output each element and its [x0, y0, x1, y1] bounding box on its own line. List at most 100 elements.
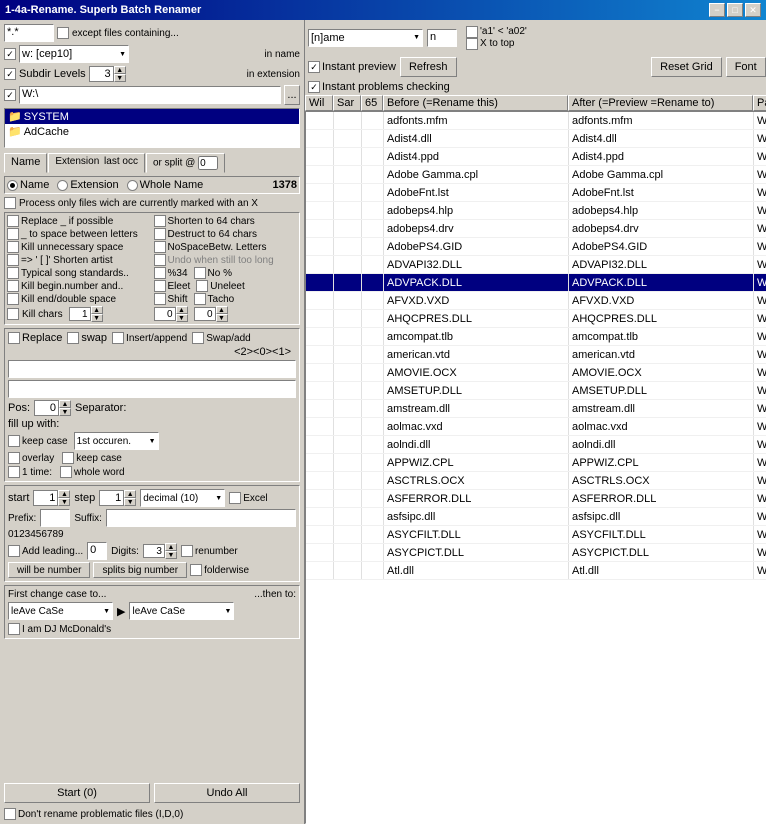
swap-cb[interactable] [67, 332, 79, 344]
typical-song-cb[interactable] [7, 267, 19, 279]
replace-underscore-cb[interactable] [7, 215, 19, 227]
except-checkbox[interactable] [57, 27, 69, 39]
spinner2[interactable]: ▲ ▼ [194, 306, 228, 322]
reset-grid-button[interactable]: Reset Grid [651, 57, 722, 77]
file-row[interactable]: ASYCPICT.DLL ASYCPICT.DLL W:\SYSTE [306, 544, 766, 562]
file-row[interactable]: aolndi.dll aolndi.dll W:\SYSTE [306, 436, 766, 454]
nospace-cb[interactable] [154, 241, 166, 253]
subdir-spinner[interactable]: ▲ ▼ [89, 66, 126, 82]
tacho-cb[interactable] [194, 293, 206, 305]
file-list[interactable]: adfonts.mfm adfonts.mfm W:\SYSTE Adist4.… [305, 111, 766, 824]
dont-rename-cb[interactable] [4, 808, 16, 820]
refresh-button[interactable]: Refresh [400, 57, 457, 77]
spinner1-value[interactable] [154, 307, 176, 321]
renumber-cb[interactable] [181, 545, 193, 557]
eleet-cb[interactable] [154, 280, 166, 292]
kill-unnecessary-cb[interactable] [7, 241, 19, 253]
excel-cb[interactable] [229, 492, 241, 504]
dj-cb[interactable] [8, 623, 20, 635]
find-input[interactable] [8, 360, 296, 378]
start-down[interactable]: ▼ [58, 498, 70, 506]
spinner1[interactable]: ▲ ▼ [154, 306, 188, 322]
xtotop-cb[interactable] [466, 38, 478, 50]
file-row[interactable]: AdobeFnt.lst AdobeFnt.lst W:\SYSTE [306, 184, 766, 202]
file-row[interactable]: american.vtd american.vtd W:\SYSTE [306, 346, 766, 364]
col-header-sar[interactable]: Sar [333, 95, 361, 111]
file-row[interactable]: aolmac.vxd aolmac.vxd W:\SYSTE [306, 418, 766, 436]
pos-down[interactable]: ▼ [59, 408, 71, 416]
spinner1-up[interactable]: ▲ [176, 306, 188, 314]
tab-extension[interactable]: Extension last occ [48, 153, 145, 173]
folderwise-cb[interactable] [190, 564, 202, 576]
drive-checkbox[interactable] [4, 48, 16, 60]
path-input[interactable]: W:\ [19, 86, 281, 104]
col-header-before[interactable]: Before (=Rename this) [383, 95, 568, 111]
swap-add-cb[interactable] [192, 332, 204, 344]
file-row[interactable]: adobeps4.hlp adobeps4.hlp W:\SYSTE [306, 202, 766, 220]
col-header-path[interactable]: Path [753, 95, 766, 111]
undo-toolong-cb[interactable] [154, 254, 166, 266]
prefix-input[interactable] [40, 509, 70, 527]
name-dropdown[interactable]: [n]ame ▼ [308, 29, 423, 47]
pos-up[interactable]: ▲ [59, 400, 71, 408]
replace-input[interactable] [8, 380, 296, 398]
radio-extension[interactable]: Extension [57, 179, 118, 191]
split-input[interactable] [198, 156, 218, 170]
shift-cb[interactable] [154, 293, 166, 305]
file-row[interactable]: AFVXD.VXD AFVXD.VXD W:\SYSTE [306, 292, 766, 310]
subdir-checkbox[interactable] [4, 68, 16, 80]
replace-cb[interactable] [8, 332, 20, 344]
path-checkbox[interactable] [4, 89, 16, 101]
n-input[interactable]: n [427, 29, 457, 47]
spinner2-value[interactable] [194, 307, 216, 321]
instant-preview-cb[interactable] [308, 61, 320, 73]
spinner1-down[interactable]: ▼ [176, 314, 188, 322]
file-row[interactable]: Adist4.ppd Adist4.ppd W:\SYSTE [306, 148, 766, 166]
a1-cb[interactable] [466, 26, 478, 38]
kill-chars-spinner[interactable]: ▲ ▼ [69, 306, 103, 322]
insert-append-cb[interactable] [112, 332, 124, 344]
tree-item-system[interactable]: 📁 SYSTEM [5, 109, 299, 124]
radio-name[interactable]: Name [7, 179, 49, 191]
file-row[interactable]: Adist4.dll Adist4.dll W:\SYSTE [306, 130, 766, 148]
case-dropdown2[interactable]: leAve CaSe ▼ [129, 602, 234, 620]
kill-chars-down[interactable]: ▼ [91, 314, 103, 322]
start-spinner[interactable]: ▲ ▼ [33, 490, 70, 506]
pos-spinner[interactable]: ▲ ▼ [34, 400, 71, 416]
file-row[interactable]: APPWIZ.CPL APPWIZ.CPL W:\SYSTE [306, 454, 766, 472]
addleading-cb[interactable] [8, 545, 20, 557]
file-row[interactable]: ASYCFILT.DLL ASYCFILT.DLL W:\SYSTE [306, 526, 766, 544]
occurence-dropdown[interactable]: 1st occuren. ▼ [74, 432, 159, 450]
case-dropdown1[interactable]: leAve CaSe ▼ [8, 602, 113, 620]
radio-wholename[interactable]: Whole Name [127, 179, 204, 191]
file-row[interactable]: adobeps4.drv adobeps4.drv W:\SYSTE [306, 220, 766, 238]
step-value[interactable] [99, 490, 124, 506]
keepcase2-cb[interactable] [62, 452, 74, 464]
col-header-num[interactable]: 65 [361, 95, 383, 111]
nopercent-cb[interactable] [194, 267, 206, 279]
minimize-button[interactable]: − [709, 3, 725, 17]
file-row[interactable]: ASCTRLS.OCX ASCTRLS.OCX W:\SYSTE [306, 472, 766, 490]
onetime-cb[interactable] [8, 466, 20, 478]
digits-value[interactable] [143, 544, 165, 558]
splitsbig-button[interactable]: splits big number [93, 562, 187, 578]
digits-up[interactable]: ▲ [165, 543, 177, 551]
addleading-input[interactable]: 0 [87, 542, 107, 560]
subdir-value[interactable] [89, 66, 114, 82]
file-row[interactable]: AHQCPRES.DLL AHQCPRES.DLL W:\SYSTE [306, 310, 766, 328]
shorten-artist-cb[interactable] [7, 254, 19, 266]
subdir-down-button[interactable]: ▼ [114, 74, 126, 82]
kill-end-cb[interactable] [7, 293, 19, 305]
underscore-to-space-cb[interactable] [7, 228, 19, 240]
keepcase-cb[interactable] [8, 435, 20, 447]
start-value[interactable] [33, 490, 58, 506]
radio-name-btn[interactable] [7, 180, 18, 191]
step-down[interactable]: ▼ [124, 498, 136, 506]
tab-name[interactable]: Name [4, 153, 47, 173]
file-row[interactable]: ASFERROR.DLL ASFERROR.DLL W:\SYSTE [306, 490, 766, 508]
suffix-input[interactable] [106, 509, 296, 527]
overlay-cb[interactable] [8, 452, 20, 464]
digits-down[interactable]: ▼ [165, 551, 177, 559]
filter-input[interactable]: *.* [4, 24, 54, 42]
file-row[interactable]: ADVAPI32.DLL ADVAPI32.DLL W:\SYSTE [306, 256, 766, 274]
